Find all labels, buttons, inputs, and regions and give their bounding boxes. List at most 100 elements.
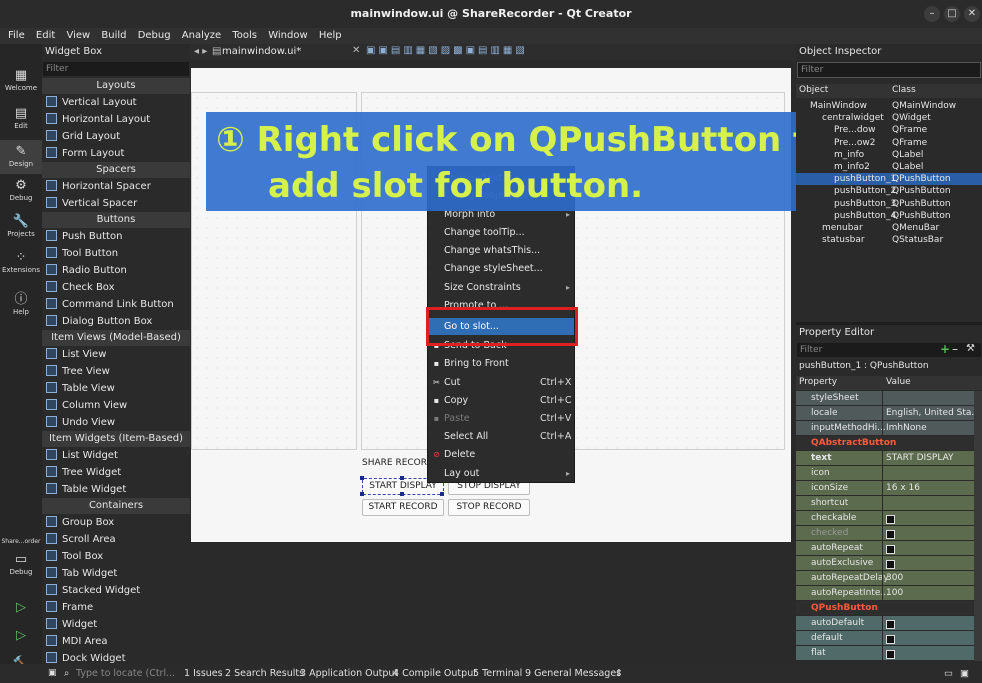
- context-menu-item[interactable]: ▪ Copy Ctrl+C: [428, 392, 574, 409]
- widget-item[interactable]: Column View: [42, 397, 190, 414]
- sidebar-toggle-icon[interactable]: ▣: [48, 668, 57, 678]
- context-menu-item[interactable]: Select All Ctrl+A: [428, 428, 574, 445]
- minimize-icon[interactable]: –: [924, 6, 940, 22]
- object-row[interactable]: pushButton_1 QPushButton: [796, 173, 982, 186]
- property-row[interactable]: flat: [796, 646, 974, 661]
- selection-handle[interactable]: [440, 492, 444, 496]
- close-document-icon[interactable]: ✕: [352, 45, 360, 56]
- context-menu-item[interactable]: ▪ Paste Ctrl+V: [428, 410, 574, 427]
- context-menu-item[interactable]: Change whatsThis...: [428, 242, 574, 259]
- context-menu-item[interactable]: Lay out ▸: [428, 465, 574, 482]
- widget-item[interactable]: Form Layout: [42, 145, 190, 162]
- col-object[interactable]: Object: [799, 84, 828, 96]
- kit-selector[interactable]: ▭ Debug: [0, 552, 42, 576]
- add-property-icon[interactable]: +: [940, 342, 950, 356]
- widget-item[interactable]: Radio Button: [42, 262, 190, 279]
- configure-icon[interactable]: ⚒: [966, 343, 975, 354]
- widget-category[interactable]: Spacers: [42, 162, 190, 178]
- object-row[interactable]: pushButton_2 QPushButton: [796, 185, 982, 197]
- output-tab-application[interactable]: 3 Application Output: [300, 668, 398, 679]
- property-section[interactable]: QAbstractButton: [796, 436, 974, 451]
- widget-item[interactable]: Tree View: [42, 363, 190, 380]
- object-row[interactable]: Pre...ow2 QFrame: [796, 137, 982, 149]
- widget-item[interactable]: Horizontal Spacer: [42, 178, 190, 195]
- property-checkbox[interactable]: [886, 620, 895, 629]
- widget-category[interactable]: Buttons: [42, 212, 190, 228]
- stop-record-button[interactable]: STOP RECORD: [448, 499, 530, 516]
- output-tab-terminal[interactable]: 5 Terminal: [473, 668, 522, 679]
- widget-category[interactable]: Item Views (Model-Based): [42, 330, 190, 346]
- widget-item[interactable]: Widget: [42, 616, 190, 633]
- widget-item[interactable]: Push Button: [42, 228, 190, 245]
- menu-window[interactable]: Window: [268, 30, 307, 41]
- property-row[interactable]: styleSheet: [796, 391, 974, 406]
- widget-item[interactable]: Tool Box: [42, 548, 190, 565]
- menu-help[interactable]: Help: [319, 30, 342, 41]
- object-row[interactable]: centralwidget QWidget: [796, 112, 982, 124]
- widget-item[interactable]: Table Widget: [42, 481, 190, 498]
- widget-item[interactable]: Stacked Widget: [42, 582, 190, 599]
- object-row[interactable]: Pre...dow QFrame: [796, 124, 982, 136]
- context-menu-item[interactable]: ⊘ Delete: [428, 446, 574, 463]
- output-tab-compile[interactable]: 4 Compile Output: [393, 668, 477, 679]
- property-row[interactable]: default: [796, 631, 974, 646]
- selection-handle[interactable]: [400, 492, 404, 496]
- menu-tools[interactable]: Tools: [232, 30, 257, 41]
- output-tab-issues[interactable]: 1 Issues: [184, 668, 223, 679]
- share-record-label[interactable]: SHARE RECORD: [362, 458, 434, 468]
- mode-projects[interactable]: 🔧 Projects: [0, 214, 42, 238]
- object-row[interactable]: pushButton_4 QPushButton: [796, 210, 982, 222]
- more-tabs-icon[interactable]: ⇕: [615, 668, 623, 679]
- property-row[interactable]: iconSize 16 x 16: [796, 481, 974, 496]
- output-tab-general[interactable]: 9 General Messages: [525, 668, 621, 679]
- property-row[interactable]: autoRepeatDelay 300: [796, 571, 974, 586]
- widget-item[interactable]: Tab Widget: [42, 565, 190, 582]
- widget-item[interactable]: Tree Widget: [42, 464, 190, 481]
- nav-arrows-icon[interactable]: ◂ ▸: [194, 46, 207, 57]
- debug-run-icon[interactable]: ▷: [0, 628, 42, 643]
- widget-item[interactable]: Check Box: [42, 279, 190, 296]
- widget-item[interactable]: Command Link Button: [42, 296, 190, 313]
- menu-view[interactable]: View: [66, 30, 90, 41]
- widget-item[interactable]: Horizontal Layout: [42, 111, 190, 128]
- object-row[interactable]: m_info2 QLabel: [796, 161, 982, 173]
- remove-property-icon[interactable]: –: [952, 342, 958, 356]
- property-checkbox[interactable]: [886, 635, 895, 644]
- layout-tools-icon[interactable]: ▣▣▤▥▦▧▨▩▣▤▥▦▧: [366, 45, 528, 56]
- context-menu-item[interactable]: Size Constraints ▸: [428, 279, 574, 296]
- selection-handle[interactable]: [400, 476, 404, 480]
- widget-item[interactable]: Dialog Button Box: [42, 313, 190, 330]
- file-tab[interactable]: mainwindow.ui*: [222, 46, 301, 57]
- mode-help[interactable]: ⓘ Help: [0, 288, 42, 316]
- property-checkbox[interactable]: [886, 650, 895, 659]
- widget-item[interactable]: List View: [42, 346, 190, 363]
- property-row[interactable]: autoRepeatInte... 100: [796, 586, 974, 601]
- property-checkbox[interactable]: [886, 530, 895, 539]
- run-icon[interactable]: ▷: [0, 600, 42, 615]
- context-menu-item[interactable]: Change styleSheet...: [428, 260, 574, 277]
- property-row[interactable]: autoExclusive: [796, 556, 974, 571]
- property-row[interactable]: checked: [796, 526, 974, 541]
- output-tab-search[interactable]: 2 Search Results: [225, 668, 304, 679]
- widget-item[interactable]: Tool Button: [42, 245, 190, 262]
- object-row[interactable]: menubar QMenuBar: [796, 222, 982, 234]
- object-row[interactable]: MainWindow QMainWindow: [796, 100, 982, 112]
- object-row[interactable]: pushButton_3 QPushButton: [796, 198, 982, 210]
- context-menu-item[interactable]: ✂ Cut Ctrl+X: [428, 374, 574, 391]
- context-menu-item[interactable]: Change toolTip...: [428, 224, 574, 241]
- mode-extensions[interactable]: ⁘ Extensions: [0, 250, 42, 274]
- maximize-icon[interactable]: □: [944, 6, 960, 22]
- menu-build[interactable]: Build: [101, 30, 126, 41]
- property-row[interactable]: icon: [796, 466, 974, 481]
- widget-item[interactable]: Frame: [42, 599, 190, 616]
- widget-item[interactable]: MDI Area: [42, 633, 190, 650]
- property-row[interactable]: text START DISPLAY: [796, 451, 974, 466]
- widget-filter-input[interactable]: Filter: [43, 62, 189, 76]
- property-row[interactable]: locale English, United Sta...: [796, 406, 980, 421]
- menu-analyze[interactable]: Analyze: [182, 30, 221, 41]
- col-property[interactable]: Property: [799, 376, 837, 388]
- widget-category[interactable]: Layouts: [42, 78, 190, 94]
- widget-category[interactable]: Containers: [42, 498, 190, 514]
- close-icon[interactable]: ✕: [964, 6, 980, 22]
- property-scrollbar[interactable]: [974, 391, 982, 661]
